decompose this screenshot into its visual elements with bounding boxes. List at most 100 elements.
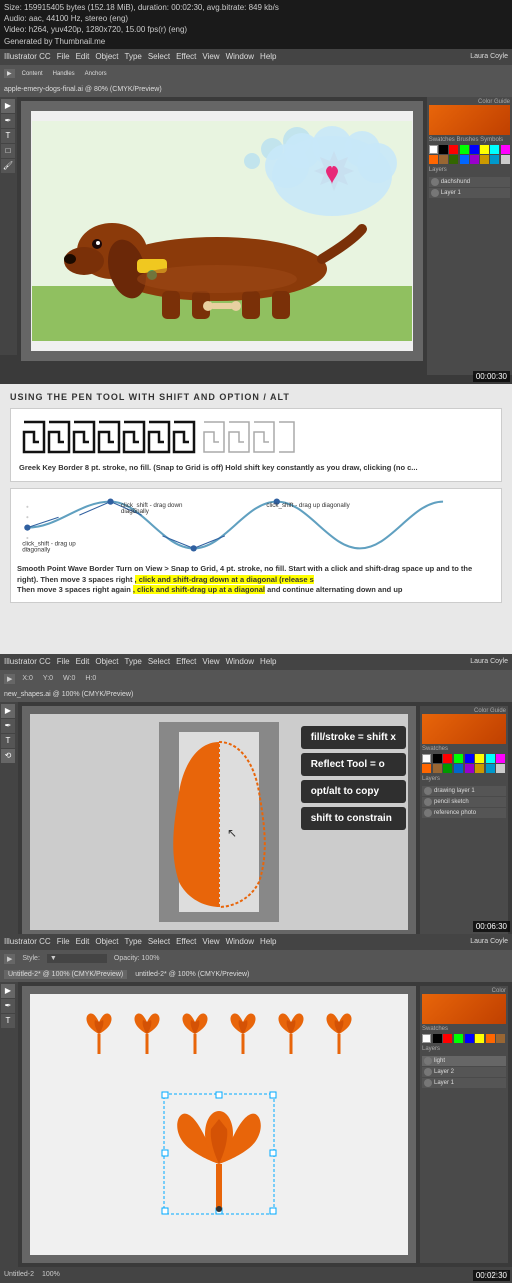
layer-dachshund[interactable]: dachshund [429,177,510,187]
tool-arrow[interactable]: ▶ [1,99,15,113]
menu-effect-3[interactable]: Effect [176,657,196,666]
menu-file-3[interactable]: File [57,657,70,666]
sw4-orange[interactable] [486,1034,495,1043]
style-dropdown[interactable]: ▼ [47,954,107,963]
sw3-dk-green[interactable] [443,764,452,773]
sw4-blue[interactable] [465,1034,474,1043]
sw3-magenta[interactable] [496,754,505,763]
menu-view-1[interactable]: View [202,52,219,61]
tool-option-3[interactable]: Anchors [82,70,110,78]
menu-view-3[interactable]: View [202,657,219,666]
sw3-black[interactable] [433,754,442,763]
sw3-purple[interactable] [465,764,474,773]
tool-arrow-4[interactable]: ▶ [1,984,15,998]
tool-pen-3[interactable]: ✒ [1,719,15,733]
sw4-brown[interactable] [496,1034,505,1043]
tool-option-3a[interactable]: X:0 [19,674,36,683]
sw3-cyan[interactable] [486,754,495,763]
tool-brush[interactable]: 🖌 [1,159,15,173]
swatch-white[interactable] [429,145,438,154]
sw4-yellow[interactable] [475,1034,484,1043]
swatch-gray[interactable] [501,155,510,164]
swatch-blue[interactable] [470,145,479,154]
layer-4-3[interactable]: Layer 1 [422,1078,506,1088]
swatch-yellow[interactable] [480,145,489,154]
menu-window-3[interactable]: Window [226,657,254,666]
menu-object-4[interactable]: Object [95,937,118,946]
menu-help-3[interactable]: Help [260,657,276,666]
menu-select-4[interactable]: Select [148,937,170,946]
menu-effect-4[interactable]: Effect [176,937,196,946]
sw4-white[interactable] [422,1034,431,1043]
file-name-4a[interactable]: Untitled-2* @ 100% (CMYK/Preview) [4,970,127,979]
swatch-red[interactable] [449,145,458,154]
menu-window-1[interactable]: Window [226,52,254,61]
sw3-lt-blue[interactable] [454,764,463,773]
sw3-gold[interactable] [475,764,484,773]
swatch-brown[interactable] [439,155,448,164]
style-label[interactable]: Style: [19,954,43,963]
menu-help-4[interactable]: Help [260,937,276,946]
menu-edit-4[interactable]: Edit [76,937,90,946]
swatch-orange[interactable] [429,155,438,164]
layer-drawing1[interactable]: drawing layer 1 [422,786,506,796]
swatch-purple[interactable] [470,155,479,164]
menu-window-4[interactable]: Window [226,937,254,946]
tool-option-3d[interactable]: H:0 [82,674,99,683]
swatch-black[interactable] [439,145,448,154]
menu-select-3[interactable]: Select [148,657,170,666]
sw3-blue[interactable] [465,754,474,763]
menu-edit-1[interactable]: Edit [76,52,90,61]
tool-type-3[interactable]: T [1,734,15,748]
swatch-cyan[interactable] [490,145,499,154]
sw4-red[interactable] [443,1034,452,1043]
menu-edit-3[interactable]: Edit [76,657,90,666]
swatch-dk-green[interactable] [449,155,458,164]
sw4-green[interactable] [454,1034,463,1043]
tool-type[interactable]: T [1,129,15,143]
sw3-white[interactable] [422,754,431,763]
menu-object-3[interactable]: Object [95,657,118,666]
layer-light[interactable]: light [422,1056,506,1066]
tool-select[interactable]: ▶ [4,69,15,78]
menu-type-4[interactable]: Type [125,937,142,946]
tool-option-1[interactable]: Content [19,70,46,78]
sw3-teal[interactable] [486,764,495,773]
menu-view-4[interactable]: View [202,937,219,946]
sw3-green[interactable] [454,754,463,763]
layer-1[interactable]: Layer 1 [429,188,510,198]
swatch-green[interactable] [460,145,469,154]
menu-effect-1[interactable]: Effect [176,52,196,61]
layer-4-2[interactable]: Layer 2 [422,1067,506,1077]
menu-help-1[interactable]: Help [260,52,276,61]
tool-arrow-3[interactable]: ▶ [1,704,15,718]
swatch-magenta[interactable] [501,145,510,154]
tool-type-4[interactable]: T [1,1014,15,1028]
tool-option-3c[interactable]: W:0 [60,674,78,683]
tool-select-4[interactable]: ▶ [4,954,15,964]
tool-pen-4[interactable]: ✒ [1,999,15,1013]
tool-rect[interactable]: □ [1,144,15,158]
tool-reflect-3[interactable]: ⟲ [1,749,15,763]
tool-option-3b[interactable]: Y:0 [40,674,56,683]
menu-type-1[interactable]: Type [125,52,142,61]
file-name-4b[interactable]: untitled-2* @ 100% (CMYK/Preview) [135,971,249,978]
swatch-gold[interactable] [480,155,489,164]
sw3-red[interactable] [443,754,452,763]
layer-reference[interactable]: reference photo [422,808,506,818]
tool-option-2[interactable]: Handles [50,70,78,78]
sw3-orange[interactable] [422,764,431,773]
menu-object-1[interactable]: Object [95,52,118,61]
menu-file-1[interactable]: File [57,52,70,61]
sw3-gray[interactable] [496,764,505,773]
layer-pencil-sketch[interactable]: pencil sketch [422,797,506,807]
tool-select-3[interactable]: ▶ [4,674,15,684]
sw3-brown[interactable] [433,764,442,773]
sw3-yellow[interactable] [475,754,484,763]
menu-select-1[interactable]: Select [148,52,170,61]
tool-pen[interactable]: ✒ [1,114,15,128]
sw4-black[interactable] [433,1034,442,1043]
swatch-lt-blue[interactable] [460,155,469,164]
menu-file-4[interactable]: File [57,937,70,946]
menu-type-3[interactable]: Type [125,657,142,666]
